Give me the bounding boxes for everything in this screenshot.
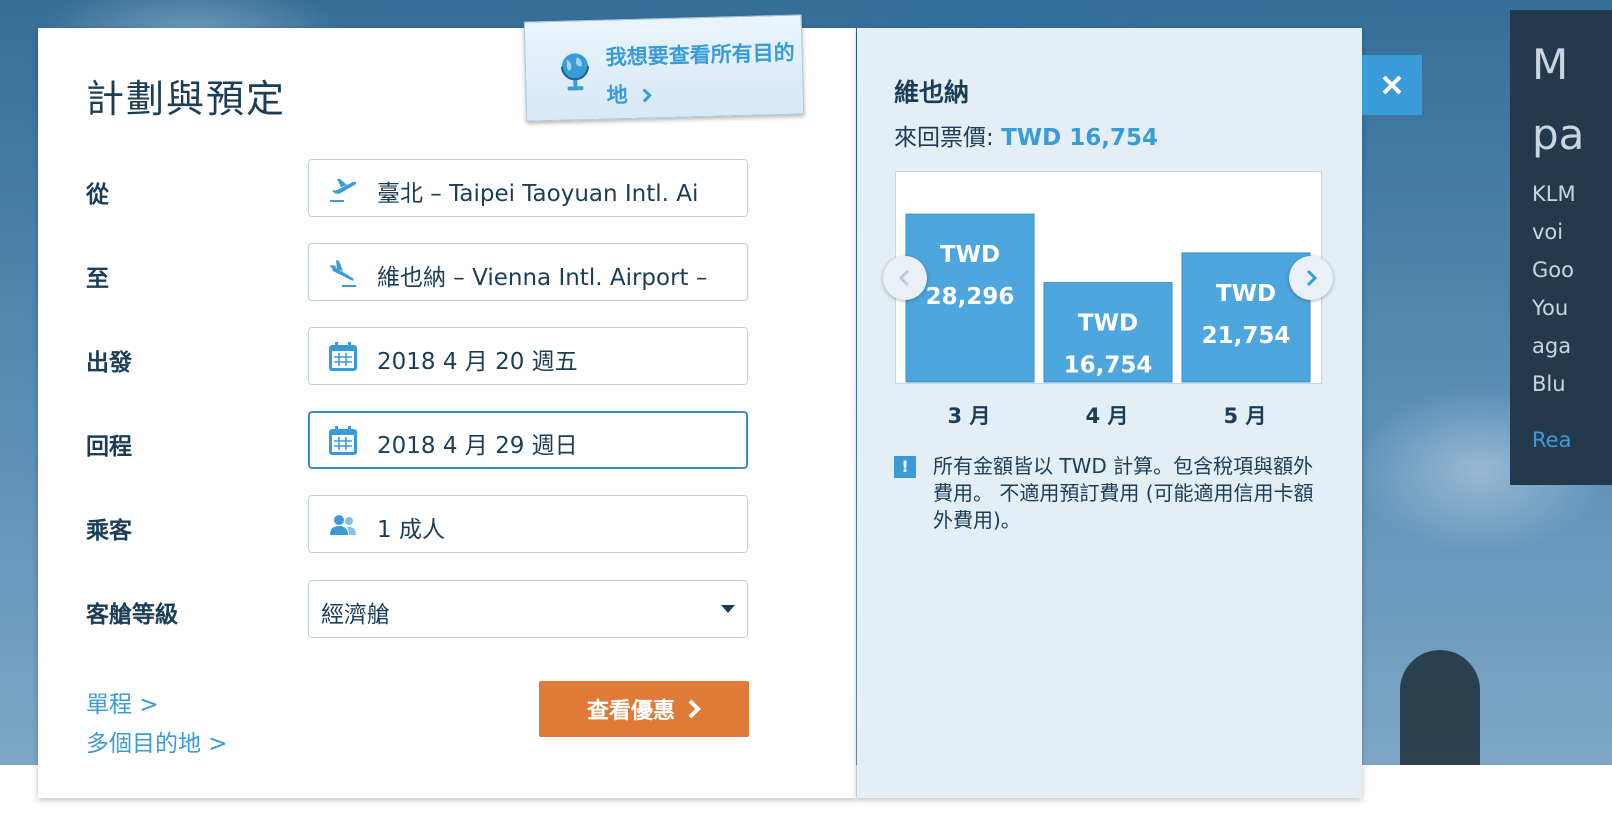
calendar-icon	[329, 342, 357, 371]
fare-summary-panel: 維也納 來回票價: TWD 16,754 TWD 28,296 TWD 16,754 T…	[857, 28, 1362, 798]
round-trip-fare: 來回票價: TWD 16,754	[894, 118, 1158, 152]
chart-next-button[interactable]	[1289, 256, 1333, 300]
info-icon: !	[894, 456, 916, 478]
promo-heading-line: pa	[1532, 110, 1585, 159]
plane-departure-icon	[330, 179, 357, 202]
promo-body-line: KLM	[1532, 182, 1576, 206]
to-field[interactable]: 維也納 – Vienna Intl. Airport –	[308, 243, 748, 301]
background-object	[1400, 650, 1480, 765]
page-title: 計劃與預定	[86, 77, 287, 121]
promo-heading-line: M	[1532, 40, 1569, 89]
monthly-fare-chart: TWD 28,296 TWD 16,754 TWD 21,754	[895, 171, 1322, 384]
depart-date-field[interactable]: 2018 4 月 20 週五	[308, 327, 748, 385]
destination-name: 維也納	[894, 78, 970, 107]
calendar-icon	[329, 426, 357, 455]
explore-link-text: 我想要查看所有目的地	[605, 40, 795, 108]
cabin-class-select[interactable]: 經濟艙	[308, 580, 748, 638]
passengers-value: 1 成人	[377, 517, 445, 543]
fare-bar-label: TWD	[1216, 281, 1276, 307]
close-icon	[1382, 75, 1402, 95]
promo-body-line: Blu	[1532, 372, 1566, 396]
return-label: 回程	[86, 434, 132, 460]
promo-card: M pa KLM voi Goo You aga Blu Rea	[1510, 10, 1612, 485]
passengers-label: 乘客	[86, 518, 132, 544]
to-value: 維也納 – Vienna Intl. Airport –	[377, 265, 708, 291]
view-deals-label: 查看優惠	[586, 699, 675, 724]
fare-bar-label: 28,296	[926, 284, 1015, 310]
chart-prev-button[interactable]	[883, 256, 927, 300]
promo-body-line: You	[1532, 296, 1569, 320]
fare-label: 來回票價:	[894, 125, 1002, 151]
chevron-left-icon	[898, 269, 910, 287]
globe-icon	[560, 53, 589, 91]
from-field[interactable]: 臺北 – Taipei Taoyuan Intl. Ai	[308, 159, 748, 217]
fare-bar-label: 21,754	[1202, 323, 1291, 349]
from-value: 臺北 – Taipei Taoyuan Intl. Ai	[377, 181, 699, 207]
chevron-right-icon	[688, 699, 701, 719]
return-date-field[interactable]: 2018 4 月 29 週日	[308, 411, 748, 469]
cabin-class-label: 客艙等級	[86, 602, 178, 628]
plane-arrival-icon	[330, 260, 356, 287]
close-button[interactable]	[1362, 55, 1422, 115]
promo-read-more-link[interactable]: Rea	[1532, 428, 1571, 452]
fare-bar-label: TWD	[940, 242, 1000, 268]
chevron-right-icon	[642, 88, 653, 103]
view-deals-button[interactable]: 查看優惠	[539, 681, 749, 737]
explore-destinations-link[interactable]: 我想要查看所有目的地	[605, 34, 797, 115]
depart-date-value: 2018 4 月 20 週五	[377, 349, 578, 375]
booking-form-panel: 計劃與預定 我想要查看所有目的地 從 臺北 – Taipei Taoyuan I…	[38, 14, 856, 798]
fare-chart-svg: TWD 28,296 TWD 16,754 TWD 21,754	[905, 213, 1311, 383]
chart-month-label: 3 月	[947, 404, 991, 428]
chart-month-label: 5 月	[1223, 404, 1267, 428]
fare-notice: 所有金額皆以 TWD 計算。包含稅項與額外費用。 不適用預訂費用 (可能適用信用…	[933, 454, 1314, 532]
to-label: 至	[86, 266, 109, 292]
return-date-value: 2018 4 月 29 週日	[377, 433, 578, 459]
one-way-link[interactable]: 單程 >	[86, 685, 159, 719]
passengers-icon	[330, 515, 356, 535]
promo-body-line: aga	[1532, 334, 1572, 358]
passengers-field[interactable]: 1 成人	[308, 495, 748, 553]
fare-amount: TWD 16,754	[1001, 125, 1158, 151]
depart-label: 出發	[86, 350, 132, 376]
fare-bar-label: 16,754	[1064, 353, 1153, 379]
chevron-right-icon	[1306, 269, 1318, 287]
explore-destinations-card[interactable]: 我想要查看所有目的地	[523, 14, 805, 122]
chart-month-label: 4 月	[1085, 404, 1129, 428]
chevron-down-icon	[721, 605, 735, 613]
fare-bar-label: TWD	[1078, 311, 1138, 337]
promo-body-line: Goo	[1532, 258, 1574, 282]
multi-city-link[interactable]: 多個目的地 >	[86, 724, 228, 758]
from-label: 從	[86, 182, 109, 208]
promo-body-line: voi	[1532, 220, 1564, 244]
cabin-class-value: 經濟艙	[321, 602, 390, 628]
